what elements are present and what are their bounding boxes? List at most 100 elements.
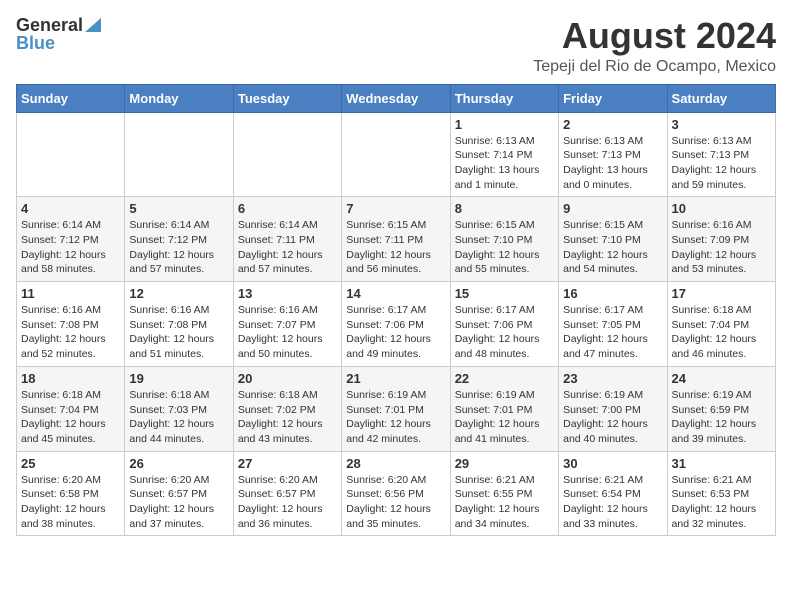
day-number: 10 (672, 201, 771, 216)
calendar-week-row: 1 Sunrise: 6:13 AMSunset: 7:14 PMDaylight… (17, 112, 776, 197)
day-info: Sunrise: 6:13 AMSunset: 7:13 PMDaylight:… (563, 134, 662, 193)
day-number: 23 (563, 371, 662, 386)
day-number: 16 (563, 286, 662, 301)
day-number: 28 (346, 456, 445, 471)
logo-general-text: General (16, 16, 83, 34)
day-info: Sunrise: 6:17 AMSunset: 7:05 PMDaylight:… (563, 303, 662, 362)
column-header-friday: Friday (559, 84, 667, 112)
day-info: Sunrise: 6:19 AMSunset: 6:59 PMDaylight:… (672, 388, 771, 447)
day-info: Sunrise: 6:16 AMSunset: 7:08 PMDaylight:… (21, 303, 120, 362)
day-info: Sunrise: 6:21 AMSunset: 6:54 PMDaylight:… (563, 473, 662, 532)
calendar-cell: 8 Sunrise: 6:15 AMSunset: 7:10 PMDaylight… (450, 197, 558, 282)
calendar-week-row: 4 Sunrise: 6:14 AMSunset: 7:12 PMDaylight… (17, 197, 776, 282)
day-number: 14 (346, 286, 445, 301)
calendar-cell (233, 112, 341, 197)
column-header-monday: Monday (125, 84, 233, 112)
column-header-saturday: Saturday (667, 84, 775, 112)
day-info: Sunrise: 6:16 AMSunset: 7:08 PMDaylight:… (129, 303, 228, 362)
day-number: 1 (455, 117, 554, 132)
calendar-cell: 26 Sunrise: 6:20 AMSunset: 6:57 PMDayligh… (125, 451, 233, 536)
calendar-week-row: 18Sunrise: 6:18 AMSunset: 7:04 PMDayligh… (17, 366, 776, 451)
day-number: 6 (238, 201, 337, 216)
day-info: Sunrise: 6:14 AMSunset: 7:12 PMDaylight:… (129, 218, 228, 277)
calendar-cell: 3 Sunrise: 6:13 AMSunset: 7:13 PMDaylight… (667, 112, 775, 197)
day-number: 7 (346, 201, 445, 216)
calendar-cell: 5 Sunrise: 6:14 AMSunset: 7:12 PMDaylight… (125, 197, 233, 282)
column-header-thursday: Thursday (450, 84, 558, 112)
day-number: 26 (129, 456, 228, 471)
calendar-cell: 15Sunrise: 6:17 AMSunset: 7:06 PMDayligh… (450, 282, 558, 367)
day-info: Sunrise: 6:15 AMSunset: 7:10 PMDaylight:… (563, 218, 662, 277)
calendar-title: August 2024 (533, 16, 776, 56)
calendar-cell: 1 Sunrise: 6:13 AMSunset: 7:14 PMDaylight… (450, 112, 558, 197)
day-number: 13 (238, 286, 337, 301)
calendar-cell: 22 Sunrise: 6:19 AMSunset: 7:01 PMDayligh… (450, 366, 558, 451)
day-number: 12 (129, 286, 228, 301)
calendar-week-row: 25Sunrise: 6:20 AMSunset: 6:58 PMDayligh… (17, 451, 776, 536)
calendar-cell: 10 Sunrise: 6:16 AMSunset: 7:09 PMDayligh… (667, 197, 775, 282)
day-number: 22 (455, 371, 554, 386)
day-info: Sunrise: 6:21 AMSunset: 6:55 PMDaylight:… (455, 473, 554, 532)
day-info: Sunrise: 6:19 AMSunset: 7:00 PMDaylight:… (563, 388, 662, 447)
day-number: 19 (129, 371, 228, 386)
calendar-cell: 11Sunrise: 6:16 AMSunset: 7:08 PMDayligh… (17, 282, 125, 367)
day-number: 20 (238, 371, 337, 386)
day-info: Sunrise: 6:16 AMSunset: 7:09 PMDaylight:… (672, 218, 771, 277)
day-info: Sunrise: 6:21 AMSunset: 6:53 PMDaylight:… (672, 473, 771, 532)
calendar-cell: 21 Sunrise: 6:19 AMSunset: 7:01 PMDayligh… (342, 366, 450, 451)
day-info: Sunrise: 6:19 AMSunset: 7:01 PMDaylight:… (455, 388, 554, 447)
day-info: Sunrise: 6:18 AMSunset: 7:02 PMDaylight:… (238, 388, 337, 447)
day-info: Sunrise: 6:13 AMSunset: 7:14 PMDaylight:… (455, 134, 554, 193)
day-number: 15 (455, 286, 554, 301)
day-number: 17 (672, 286, 771, 301)
calendar-cell: 28 Sunrise: 6:20 AMSunset: 6:56 PMDayligh… (342, 451, 450, 536)
day-number: 21 (346, 371, 445, 386)
page-header: General Blue August 2024 Tepeji del Rio … (16, 16, 776, 76)
day-number: 27 (238, 456, 337, 471)
day-info: Sunrise: 6:14 AMSunset: 7:12 PMDaylight:… (21, 218, 120, 277)
calendar-cell: 14 Sunrise: 6:17 AMSunset: 7:06 PMDayligh… (342, 282, 450, 367)
column-header-sunday: Sunday (17, 84, 125, 112)
calendar-cell (342, 112, 450, 197)
calendar-table: SundayMondayTuesdayWednesdayThursdayFrid… (16, 84, 776, 537)
day-info: Sunrise: 6:13 AMSunset: 7:13 PMDaylight:… (672, 134, 771, 193)
calendar-cell: 24 Sunrise: 6:19 AMSunset: 6:59 PMDayligh… (667, 366, 775, 451)
day-info: Sunrise: 6:15 AMSunset: 7:11 PMDaylight:… (346, 218, 445, 277)
day-number: 8 (455, 201, 554, 216)
day-info: Sunrise: 6:19 AMSunset: 7:01 PMDaylight:… (346, 388, 445, 447)
logo-blue-text: Blue (16, 34, 55, 52)
day-info: Sunrise: 6:14 AMSunset: 7:11 PMDaylight:… (238, 218, 337, 277)
calendar-cell: 25Sunrise: 6:20 AMSunset: 6:58 PMDayligh… (17, 451, 125, 536)
calendar-week-row: 11Sunrise: 6:16 AMSunset: 7:08 PMDayligh… (17, 282, 776, 367)
day-number: 3 (672, 117, 771, 132)
day-number: 29 (455, 456, 554, 471)
calendar-cell: 18Sunrise: 6:18 AMSunset: 7:04 PMDayligh… (17, 366, 125, 451)
calendar-cell: 12 Sunrise: 6:16 AMSunset: 7:08 PMDayligh… (125, 282, 233, 367)
calendar-cell: 17 Sunrise: 6:18 AMSunset: 7:04 PMDayligh… (667, 282, 775, 367)
day-info: Sunrise: 6:20 AMSunset: 6:57 PMDaylight:… (238, 473, 337, 532)
calendar-cell (17, 112, 125, 197)
day-info: Sunrise: 6:20 AMSunset: 6:56 PMDaylight:… (346, 473, 445, 532)
day-number: 4 (21, 201, 120, 216)
calendar-header-row: SundayMondayTuesdayWednesdayThursdayFrid… (17, 84, 776, 112)
day-info: Sunrise: 6:20 AMSunset: 6:57 PMDaylight:… (129, 473, 228, 532)
logo: General Blue (16, 16, 101, 52)
day-info: Sunrise: 6:18 AMSunset: 7:04 PMDaylight:… (672, 303, 771, 362)
calendar-title-section: August 2024 Tepeji del Rio de Ocampo, Me… (533, 16, 776, 76)
day-number: 25 (21, 456, 120, 471)
calendar-cell: 2Sunrise: 6:13 AMSunset: 7:13 PMDaylight… (559, 112, 667, 197)
day-number: 30 (563, 456, 662, 471)
day-info: Sunrise: 6:15 AMSunset: 7:10 PMDaylight:… (455, 218, 554, 277)
day-number: 24 (672, 371, 771, 386)
day-info: Sunrise: 6:17 AMSunset: 7:06 PMDaylight:… (346, 303, 445, 362)
calendar-cell: 9 Sunrise: 6:15 AMSunset: 7:10 PMDaylight… (559, 197, 667, 282)
day-info: Sunrise: 6:18 AMSunset: 7:04 PMDaylight:… (21, 388, 120, 447)
calendar-cell: 4 Sunrise: 6:14 AMSunset: 7:12 PMDaylight… (17, 197, 125, 282)
column-header-tuesday: Tuesday (233, 84, 341, 112)
day-info: Sunrise: 6:18 AMSunset: 7:03 PMDaylight:… (129, 388, 228, 447)
day-number: 5 (129, 201, 228, 216)
calendar-cell: 13Sunrise: 6:16 AMSunset: 7:07 PMDayligh… (233, 282, 341, 367)
calendar-cell: 23 Sunrise: 6:19 AMSunset: 7:00 PMDayligh… (559, 366, 667, 451)
calendar-cell: 6 Sunrise: 6:14 AMSunset: 7:11 PMDaylight… (233, 197, 341, 282)
day-number: 9 (563, 201, 662, 216)
